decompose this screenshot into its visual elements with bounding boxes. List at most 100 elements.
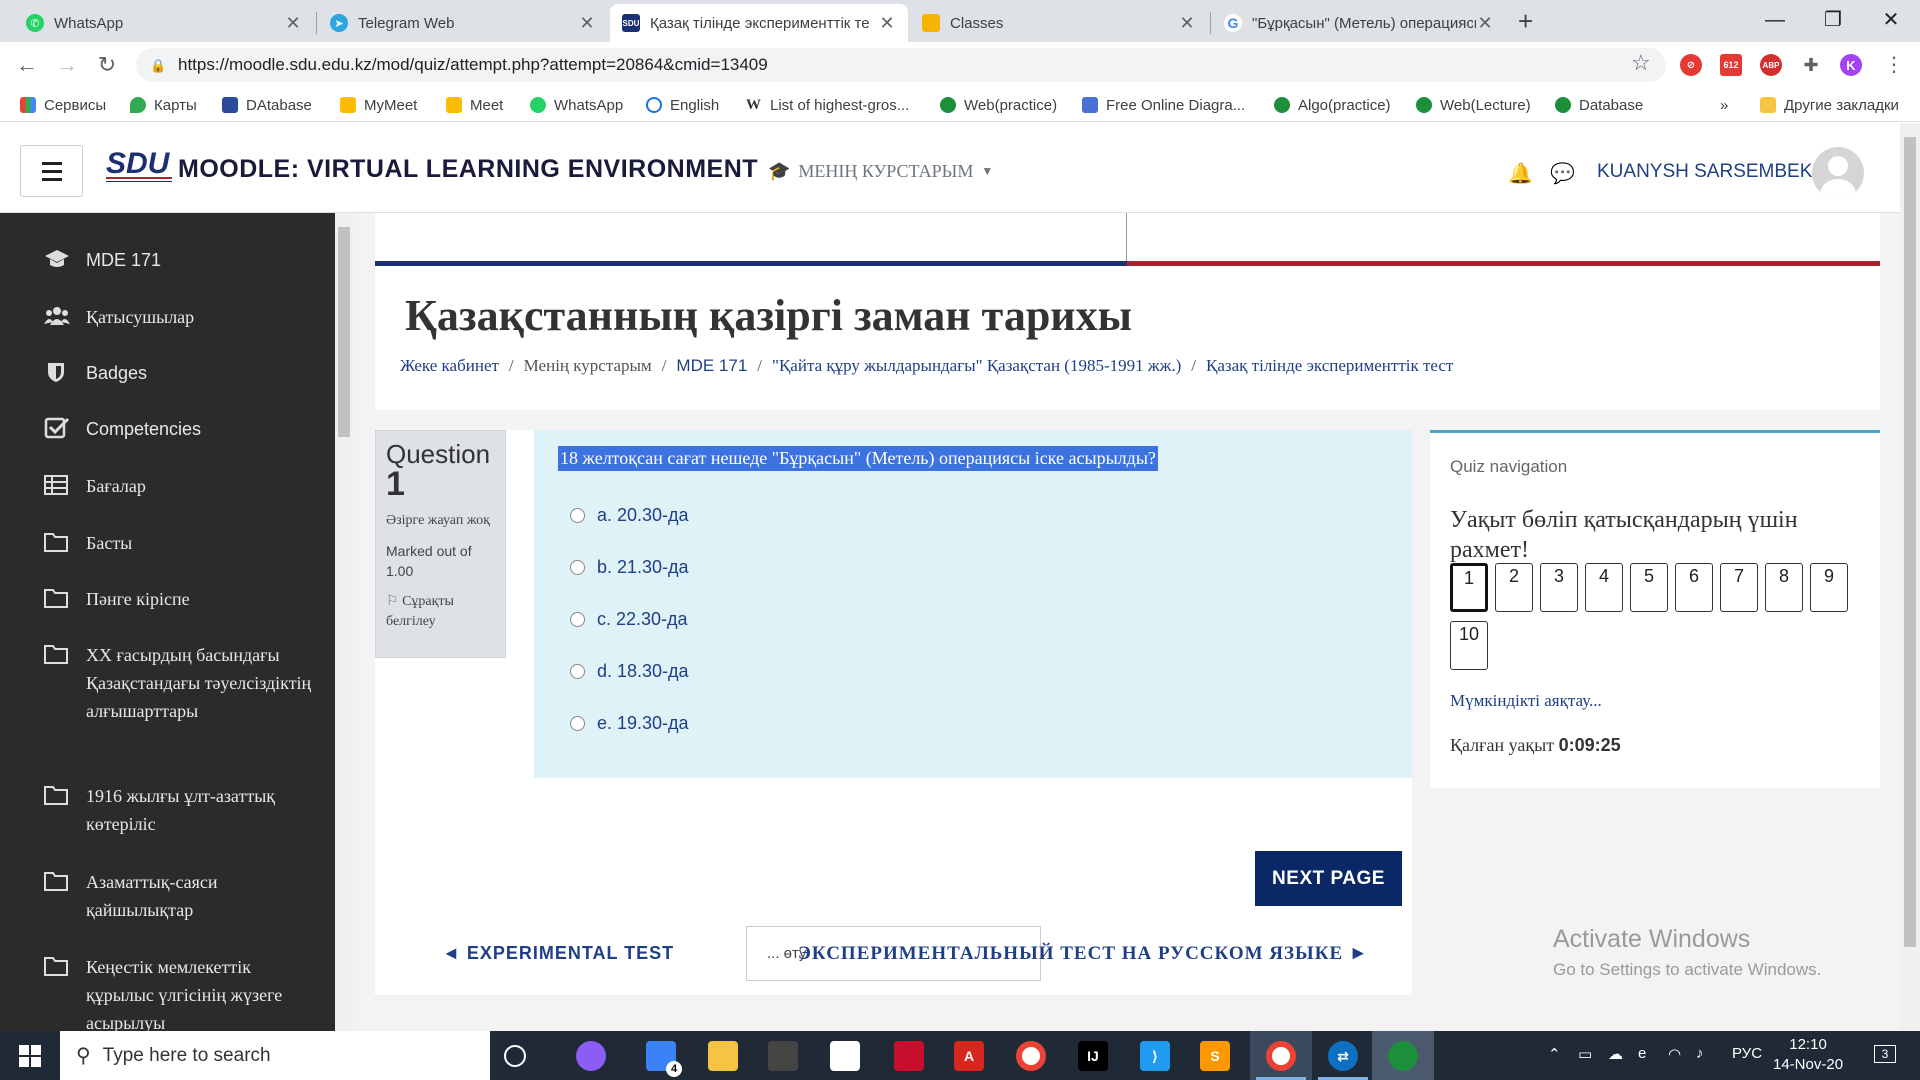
adblock-icon[interactable]: ABP	[1760, 54, 1782, 76]
notifications-icon[interactable]: 3	[1874, 1045, 1896, 1063]
store-icon[interactable]	[768, 1041, 798, 1071]
user-menu-name[interactable]: KUANYSH SARSEMBEK	[1597, 161, 1812, 183]
quiz-nav-button-3[interactable]: 3	[1540, 563, 1578, 612]
close-tab-icon[interactable]: ✕	[878, 13, 896, 34]
close-tab-icon[interactable]: ✕	[1178, 13, 1196, 34]
address-bar[interactable]: 🔒 https://moodle.sdu.edu.kz/mod/quiz/att…	[136, 48, 1666, 82]
breadcrumb-link-section[interactable]: "Қайта құру жылдарындағы" Қазақстан (198…	[772, 356, 1181, 376]
profile-avatar[interactable]: K	[1840, 54, 1862, 76]
site-name[interactable]: MOODLE: VIRTUAL LEARNING ENVIRONMENT	[178, 155, 758, 184]
more-bookmarks-button[interactable]: »	[1720, 94, 1728, 116]
sidebar-item-badges[interactable]: Badges	[44, 359, 314, 387]
task-view-icon[interactable]	[504, 1045, 526, 1067]
answer-option-b[interactable]: b. 21.30-да	[570, 557, 689, 578]
quiz-nav-button-2[interactable]: 2	[1495, 563, 1533, 612]
bookmark-algo-practice[interactable]: Algo(practice)	[1274, 94, 1391, 116]
tab-telegram[interactable]: ➤ Telegram Web ✕	[318, 4, 608, 42]
bookmark-whatsapp[interactable]: WhatsApp	[530, 94, 623, 116]
cortana-icon[interactable]	[576, 1041, 606, 1071]
answer-option-c[interactable]: c. 22.30-да	[570, 609, 688, 630]
reload-button[interactable]: ↻	[92, 50, 122, 80]
sublime-icon[interactable]: S	[1200, 1041, 1230, 1071]
quiz-nav-button-7[interactable]: 7	[1720, 563, 1758, 612]
breadcrumb-link-course[interactable]: MDE 171	[676, 356, 747, 376]
volume-icon[interactable]: ♪	[1696, 1045, 1704, 1062]
quiz-nav-button-10[interactable]: 10	[1450, 621, 1488, 670]
bookmark-database-2[interactable]: Database	[1555, 94, 1643, 116]
tab-google[interactable]: G "Бұрқасын" (Метель) операциясы ✕	[1212, 4, 1506, 42]
drawer-toggle-button[interactable]	[20, 145, 83, 197]
sidebar-item-participants[interactable]: Қатысушылар	[44, 303, 314, 331]
flag-question-link[interactable]: ⚐ Сұрақты белгілеу	[386, 591, 495, 632]
intellij-icon[interactable]: IJ	[1078, 1041, 1108, 1071]
sidebar-item-home[interactable]: Басты	[44, 529, 314, 557]
answer-option-d[interactable]: d. 18.30-да	[570, 661, 689, 682]
close-tab-icon[interactable]: ✕	[578, 13, 596, 34]
quiz-nav-button-5[interactable]: 5	[1630, 563, 1668, 612]
bookmark-web-lecture[interactable]: Web(Lecture)	[1416, 94, 1531, 116]
prev-activity-link[interactable]: ◄ EXPERIMENTAL TEST	[442, 943, 674, 964]
quiz-nav-button-6[interactable]: 6	[1675, 563, 1713, 612]
edge-icon[interactable]: e	[1638, 1045, 1646, 1062]
puzzle-extensions-icon[interactable]: ✚	[1800, 54, 1822, 76]
bookmark-wikipedia[interactable]: W List of highest-gros...	[746, 94, 909, 116]
chevron-up-icon[interactable]: ⌃	[1548, 1045, 1561, 1063]
close-window-button[interactable]: ✕	[1862, 0, 1920, 42]
chrome-icon[interactable]	[1016, 1041, 1046, 1071]
mail-icon[interactable]: 4	[646, 1041, 682, 1077]
quiz-nav-button-8[interactable]: 8	[1765, 563, 1803, 612]
radio-button[interactable]	[570, 508, 585, 523]
extension-icon[interactable]: ⊘	[1680, 54, 1702, 76]
breadcrumb-link-dashboard[interactable]: Жеке кабинет	[400, 356, 499, 376]
menu-kebab-icon[interactable]: ⋮	[1884, 52, 1904, 77]
file-explorer-icon[interactable]	[708, 1041, 738, 1071]
acrobat-icon[interactable]: A	[954, 1041, 984, 1071]
wifi-icon[interactable]: ◠	[1668, 1045, 1681, 1063]
sidebar-item-course[interactable]: MDE 171	[44, 246, 314, 274]
bookmark-database[interactable]: DAtabase	[222, 94, 312, 116]
forward-button[interactable]: →	[52, 50, 82, 80]
sidebar-item-section-1[interactable]: ХХ ғасырдың басындағы Қазақстандағы тәуе…	[44, 641, 314, 725]
sidebar-item-intro[interactable]: Пәнге кіріспе	[44, 585, 314, 613]
radio-button[interactable]	[570, 612, 585, 627]
taskbar-search-box[interactable]: ⚲ Type here to search	[60, 1031, 490, 1080]
next-page-button[interactable]: NEXT PAGE	[1255, 851, 1402, 906]
close-tab-icon[interactable]: ✕	[284, 13, 302, 34]
bookmark-mymeet[interactable]: MyMeet	[340, 94, 417, 116]
tab-whatsapp[interactable]: ✆ WhatsApp ✕	[14, 4, 314, 42]
sidebar-scrollbar[interactable]	[335, 213, 353, 1031]
new-tab-button[interactable]: +	[1518, 6, 1533, 37]
scrollbar-thumb[interactable]	[1904, 137, 1916, 947]
finish-attempt-link[interactable]: Мүмкіндікті аяқтау...	[1450, 691, 1602, 711]
back-button[interactable]: ←	[12, 50, 42, 80]
quiz-nav-button-9[interactable]: 9	[1810, 563, 1848, 612]
bookmark-maps[interactable]: Карты	[130, 94, 197, 116]
tab-classes[interactable]: Classes ✕	[910, 4, 1208, 42]
other-bookmarks-folder[interactable]: Другие закладки	[1760, 94, 1899, 116]
bookmark-star-icon[interactable]: ☆	[1631, 50, 1651, 76]
quiz-nav-button-4[interactable]: 4	[1585, 563, 1623, 612]
maximize-button[interactable]: ❐	[1804, 0, 1862, 42]
bookmark-web-practice[interactable]: Web(practice)	[940, 94, 1057, 116]
battery-icon[interactable]: ▭	[1578, 1045, 1592, 1063]
radio-button[interactable]	[570, 560, 585, 575]
page-scrollbar[interactable]	[1900, 123, 1920, 1031]
sidebar-item-section-4[interactable]: Кеңестік мемлекеттік құрылыс үлгісінің ж…	[44, 953, 314, 1031]
radio-button[interactable]	[570, 716, 585, 731]
tab-quiz-active[interactable]: SDU Қазақ тілінде эксперименттік те ✕	[610, 4, 908, 42]
gmail-extension-icon[interactable]: 612	[1720, 54, 1742, 76]
language-indicator[interactable]: РУС	[1732, 1045, 1762, 1062]
vscode-icon[interactable]: ⟩	[1140, 1041, 1170, 1071]
popcorn-icon[interactable]	[894, 1041, 924, 1071]
breadcrumb-link-quiz[interactable]: Қазақ тілінде эксперименттік тест	[1206, 356, 1453, 376]
sidebar-item-section-2[interactable]: 1916 жылғы ұлт-азаттық көтеріліс	[44, 782, 314, 838]
teamviewer-icon[interactable]: ⇄	[1328, 1041, 1358, 1071]
sidebar-item-section-3[interactable]: Азаматтық-саяси қайшылықтар	[44, 868, 314, 924]
moodle-app-icon[interactable]	[1388, 1041, 1418, 1071]
bookmark-english[interactable]: English	[646, 94, 719, 116]
bookmark-services[interactable]: Сервисы	[20, 94, 106, 116]
answer-option-a[interactable]: a. 20.30-да	[570, 505, 689, 526]
sidebar-item-grades[interactable]: Бағалар	[44, 472, 314, 500]
notepad-icon[interactable]	[830, 1041, 860, 1071]
sdu-logo[interactable]: SDU	[104, 145, 176, 191]
